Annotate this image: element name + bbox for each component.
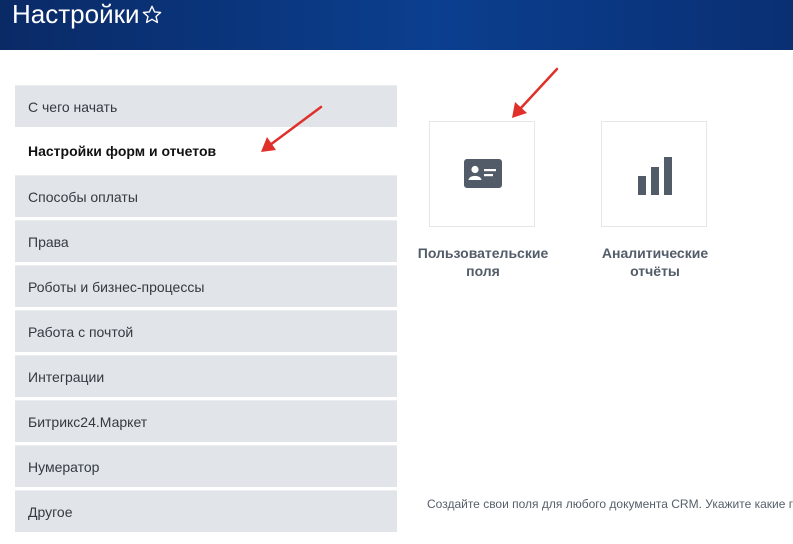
analytics-reports-label[interactable]: Аналитические отчёты bbox=[580, 244, 730, 280]
description-text: Создайте свои поля для любого документа … bbox=[427, 497, 793, 511]
bar-chart-icon bbox=[638, 157, 672, 195]
header-bar: Настройки bbox=[0, 0, 793, 50]
custom-fields-label[interactable]: Пользовательские поля bbox=[408, 244, 558, 280]
menu-item-getting-started[interactable]: С чего начать bbox=[15, 85, 397, 127]
menu-item-forms-reports[interactable]: Настройки форм и отчетов bbox=[15, 130, 397, 172]
settings-menu: С чего начать Настройки форм и отчетов С… bbox=[15, 85, 397, 535]
analytics-reports-tile[interactable] bbox=[601, 121, 707, 227]
menu-item-market[interactable]: Битрикс24.Маркет bbox=[15, 400, 397, 442]
menu-item-mail[interactable]: Работа с почтой bbox=[15, 310, 397, 352]
menu-item-payment-methods[interactable]: Способы оплаты bbox=[15, 175, 397, 217]
menu-item-permissions[interactable]: Права bbox=[15, 220, 397, 262]
menu-item-integrations[interactable]: Интеграции bbox=[15, 355, 397, 397]
custom-fields-tile[interactable] bbox=[429, 121, 535, 227]
id-card-icon bbox=[464, 159, 502, 188]
menu-item-numerator[interactable]: Нумератор bbox=[15, 445, 397, 487]
menu-item-robots-processes[interactable]: Роботы и бизнес-процессы bbox=[15, 265, 397, 307]
menu-item-other[interactable]: Другое bbox=[15, 490, 397, 532]
star-icon[interactable] bbox=[141, 4, 163, 26]
page-title: Настройки bbox=[12, 0, 140, 29]
